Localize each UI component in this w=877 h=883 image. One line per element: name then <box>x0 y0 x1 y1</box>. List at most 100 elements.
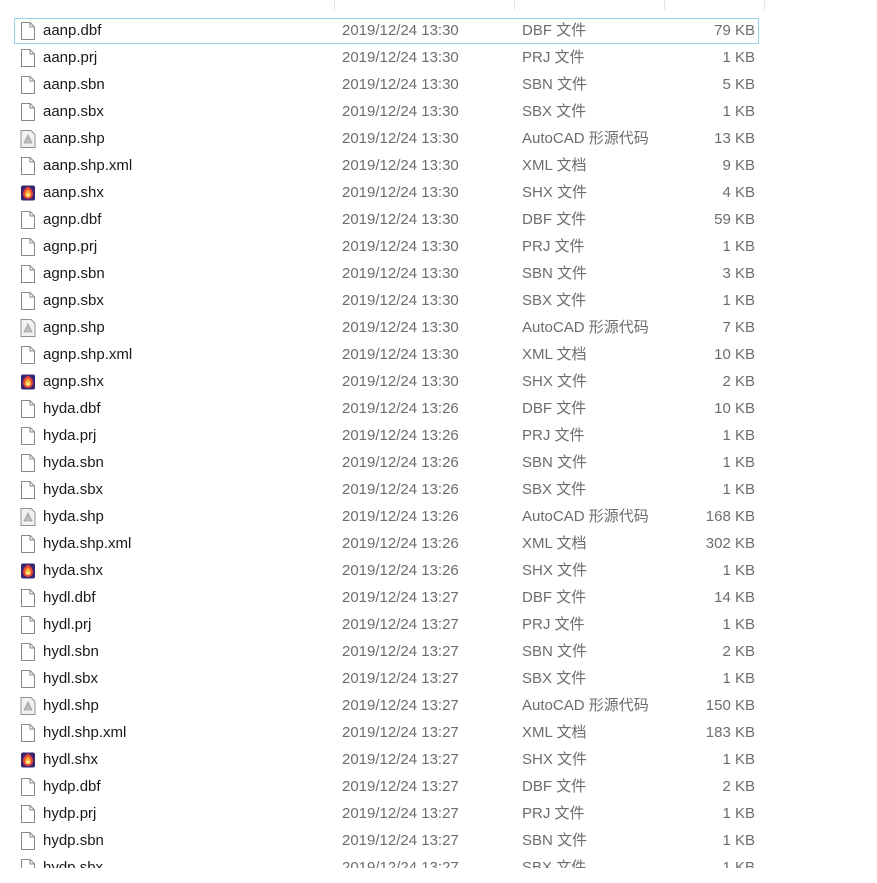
bottom-blank-area <box>0 868 877 883</box>
file-size: 9 KB <box>722 157 755 174</box>
file-modified-date: 2019/12/24 13:30 <box>342 49 459 66</box>
column-divider-end[interactable] <box>764 0 765 10</box>
file-row[interactable]: aanp.dbf 2019/12/24 13:30 DBF 文件 79 KB <box>14 18 759 44</box>
file-type: XML 文档 <box>522 157 587 174</box>
file-modified-date: 2019/12/24 13:30 <box>342 184 459 201</box>
file-modified-date: 2019/12/24 13:30 <box>342 238 459 255</box>
file-row[interactable]: agnp.sbx 2019/12/24 13:30 SBX 文件 1 KB <box>14 288 759 314</box>
file-name: agnp.sbn <box>43 265 105 282</box>
file-row[interactable]: aanp.sbx 2019/12/24 13:30 SBX 文件 1 KB <box>14 99 759 125</box>
file-size: 168 KB <box>705 508 755 525</box>
file-type: SHX 文件 <box>522 562 588 579</box>
file-name: hydp.sbx <box>43 859 104 868</box>
file-size: 10 KB <box>714 400 755 417</box>
file-size: 13 KB <box>714 130 755 147</box>
file-name: agnp.prj <box>43 238 98 255</box>
file-row[interactable]: aanp.shx 2019/12/24 13:30 SHX 文件 4 KB <box>14 180 759 206</box>
file-row[interactable]: agnp.dbf 2019/12/24 13:30 DBF 文件 59 KB <box>14 207 759 233</box>
shx-app-icon <box>20 751 36 769</box>
file-type: SBN 文件 <box>522 454 588 471</box>
file-row[interactable]: hydp.dbf 2019/12/24 13:27 DBF 文件 2 KB <box>14 774 759 800</box>
file-type: AutoCAD 形源代码 <box>522 319 649 336</box>
file-list[interactable]: aanp.dbf 2019/12/24 13:30 DBF 文件 79 KB aanp.… <box>0 0 877 868</box>
file-row[interactable]: agnp.shp.xml 2019/12/24 13:30 XML 文档 10 KB <box>14 342 759 368</box>
file-modified-date: 2019/12/24 13:27 <box>342 616 459 633</box>
file-modified-date: 2019/12/24 13:27 <box>342 859 459 868</box>
file-modified-date: 2019/12/24 13:26 <box>342 454 459 471</box>
blank-file-icon <box>20 157 36 175</box>
file-modified-date: 2019/12/24 13:27 <box>342 724 459 741</box>
file-name: agnp.shp.xml <box>43 346 133 363</box>
file-modified-date: 2019/12/24 13:27 <box>342 805 459 822</box>
file-size: 10 KB <box>714 346 755 363</box>
blank-file-icon <box>20 103 36 121</box>
column-divider-size[interactable] <box>664 0 665 10</box>
shx-app-icon <box>20 373 36 391</box>
file-size: 1 KB <box>722 481 755 498</box>
file-row[interactable]: hyda.sbn 2019/12/24 13:26 SBN 文件 1 KB <box>14 450 759 476</box>
blank-file-icon <box>20 265 36 283</box>
file-row[interactable]: agnp.prj 2019/12/24 13:30 PRJ 文件 1 KB <box>14 234 759 260</box>
file-row[interactable]: aanp.prj 2019/12/24 13:30 PRJ 文件 1 KB <box>14 45 759 71</box>
file-modified-date: 2019/12/24 13:30 <box>342 346 459 363</box>
file-type: SBX 文件 <box>522 859 587 868</box>
blank-file-icon <box>20 832 36 850</box>
file-row[interactable]: hyda.sbx 2019/12/24 13:26 SBX 文件 1 KB <box>14 477 759 503</box>
blank-file-icon <box>20 859 36 868</box>
file-row[interactable]: aanp.shp.xml 2019/12/24 13:30 XML 文档 9 KB <box>14 153 759 179</box>
file-size: 1 KB <box>722 49 755 66</box>
file-row[interactable]: agnp.shx 2019/12/24 13:30 SHX 文件 2 KB <box>14 369 759 395</box>
file-row[interactable]: hydl.shp 2019/12/24 13:27 AutoCAD 形源代码 150 … <box>14 693 759 719</box>
column-divider-type[interactable] <box>514 0 515 10</box>
file-size: 1 KB <box>722 670 755 687</box>
file-row[interactable]: hydl.sbx 2019/12/24 13:27 SBX 文件 1 KB <box>14 666 759 692</box>
file-name: agnp.sbx <box>43 292 104 309</box>
file-row[interactable]: hydl.prj 2019/12/24 13:27 PRJ 文件 1 KB <box>14 612 759 638</box>
file-type: XML 文档 <box>522 346 587 363</box>
file-name: hyda.shp <box>43 508 104 525</box>
file-row[interactable]: hydp.sbx 2019/12/24 13:27 SBX 文件 1 KB <box>14 855 759 868</box>
file-name: hyda.sbx <box>43 481 104 498</box>
blank-file-icon <box>20 49 36 67</box>
file-row[interactable]: hyda.dbf 2019/12/24 13:26 DBF 文件 10 KB <box>14 396 759 422</box>
file-modified-date: 2019/12/24 13:30 <box>342 373 459 390</box>
file-type: DBF 文件 <box>522 22 587 39</box>
file-size: 1 KB <box>722 859 755 868</box>
file-row[interactable]: hyda.shp 2019/12/24 13:26 AutoCAD 形源代码 168 … <box>14 504 759 530</box>
file-row[interactable]: aanp.sbn 2019/12/24 13:30 SBN 文件 5 KB <box>14 72 759 98</box>
file-row[interactable]: aanp.shp 2019/12/24 13:30 AutoCAD 形源代码 13 K… <box>14 126 759 152</box>
autocad-shape-icon <box>20 319 36 337</box>
file-row[interactable]: hyda.shx 2019/12/24 13:26 SHX 文件 1 KB <box>14 558 759 584</box>
file-row[interactable]: hydl.dbf 2019/12/24 13:27 DBF 文件 14 KB <box>14 585 759 611</box>
file-row[interactable]: hyda.shp.xml 2019/12/24 13:26 XML 文档 302 KB <box>14 531 759 557</box>
file-size: 4 KB <box>722 184 755 201</box>
file-type: PRJ 文件 <box>522 616 585 633</box>
file-type: SBN 文件 <box>522 643 588 660</box>
file-type: SBN 文件 <box>522 76 588 93</box>
autocad-shape-icon <box>20 508 36 526</box>
file-name: hydl.shx <box>43 751 99 768</box>
file-modified-date: 2019/12/24 13:30 <box>342 22 459 39</box>
column-divider-date[interactable] <box>334 0 335 10</box>
file-row[interactable]: hyda.prj 2019/12/24 13:26 PRJ 文件 1 KB <box>14 423 759 449</box>
file-size: 1 KB <box>722 427 755 444</box>
file-modified-date: 2019/12/24 13:27 <box>342 697 459 714</box>
file-type: SHX 文件 <box>522 373 588 390</box>
file-type: SBX 文件 <box>522 481 587 498</box>
file-modified-date: 2019/12/24 13:26 <box>342 481 459 498</box>
column-dividers <box>0 0 877 10</box>
file-type: PRJ 文件 <box>522 427 585 444</box>
file-name: aanp.prj <box>43 49 98 66</box>
file-row[interactable]: hydp.sbn 2019/12/24 13:27 SBN 文件 1 KB <box>14 828 759 854</box>
blank-file-icon <box>20 724 36 742</box>
file-row[interactable]: hydl.sbn 2019/12/24 13:27 SBN 文件 2 KB <box>14 639 759 665</box>
file-modified-date: 2019/12/24 13:26 <box>342 535 459 552</box>
file-row[interactable]: hydl.shx 2019/12/24 13:27 SHX 文件 1 KB <box>14 747 759 773</box>
file-size: 7 KB <box>722 319 755 336</box>
file-row[interactable]: agnp.shp 2019/12/24 13:30 AutoCAD 形源代码 7 KB <box>14 315 759 341</box>
file-type: PRJ 文件 <box>522 238 585 255</box>
file-row[interactable]: hydl.shp.xml 2019/12/24 13:27 XML 文档 183 KB <box>14 720 759 746</box>
file-row[interactable]: agnp.sbn 2019/12/24 13:30 SBN 文件 3 KB <box>14 261 759 287</box>
file-modified-date: 2019/12/24 13:30 <box>342 211 459 228</box>
file-row[interactable]: hydp.prj 2019/12/24 13:27 PRJ 文件 1 KB <box>14 801 759 827</box>
